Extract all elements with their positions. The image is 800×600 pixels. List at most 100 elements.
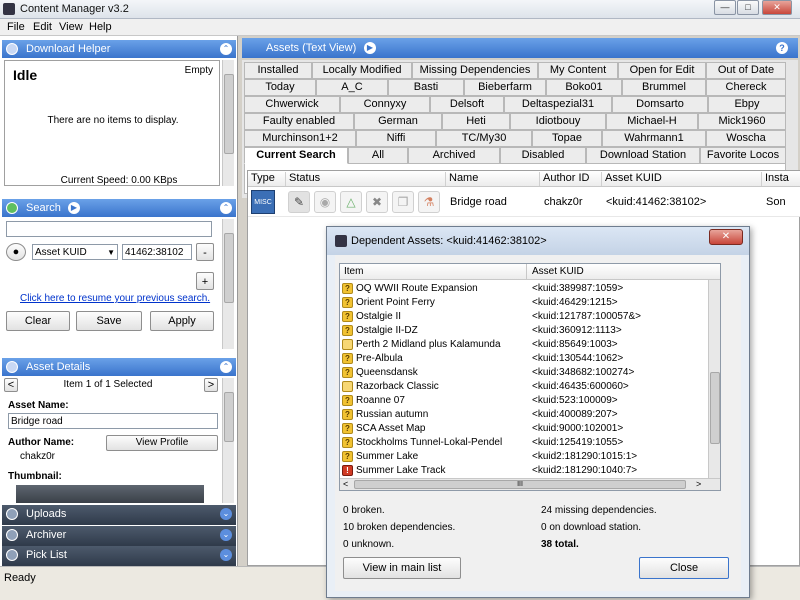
list-item[interactable]: Razorback Classic <kuid:46435:600060> (340, 380, 708, 394)
tab-idiotbouy[interactable]: Idiotbouy (510, 113, 606, 130)
scroll-left-icon[interactable]: < (343, 479, 348, 489)
remove-condition-button[interactable]: - (196, 243, 214, 261)
dialog-close-icon[interactable]: ✕ (709, 229, 743, 245)
list-item[interactable]: ? Pre-Albula <kuid:130544:1062> (340, 352, 708, 366)
menu-edit[interactable]: Edit (33, 21, 52, 33)
search-scope-button[interactable]: ● (6, 243, 26, 261)
tab-chwerwick[interactable]: Chwerwick (244, 96, 340, 113)
tab-current-search[interactable]: Current Search (244, 147, 348, 164)
close-window-button[interactable]: ✕ (762, 0, 792, 15)
expand-chevron-icon[interactable]: ⌄ (220, 529, 232, 541)
search-scrollbar[interactable] (222, 219, 234, 349)
tab-boko01[interactable]: Boko01 (546, 79, 622, 96)
tab-heti[interactable]: Heti (442, 113, 510, 130)
scrollbar-thumb[interactable] (224, 233, 234, 303)
tab-all[interactable]: All (348, 147, 408, 164)
list-item[interactable]: ? Roanne 07 <kuid:523:100009> (340, 394, 708, 408)
collapse-chevron-icon[interactable]: ⌃ (220, 43, 232, 55)
tools-icon[interactable]: ✖ (366, 191, 388, 213)
menu-view[interactable]: View (59, 21, 83, 33)
tab-my-content[interactable]: My Content (538, 62, 618, 79)
asset-details-header[interactable]: Asset Details ⌃ (2, 358, 236, 376)
view-in-main-list-button[interactable]: View in main list (343, 557, 461, 579)
list-item[interactable]: ? Ostalgie II <kuid:121787:100057&> (340, 310, 708, 324)
close-button[interactable]: Close (639, 557, 729, 579)
collapse-chevron-icon[interactable]: ⌃ (220, 202, 232, 214)
view-profile-button[interactable]: View Profile (106, 435, 218, 451)
maximize-button[interactable]: □ (737, 0, 759, 15)
pick-list-header[interactable]: Pick List ⌄ (2, 546, 236, 566)
search-field-select[interactable]: Asset KUID ▼ (32, 244, 118, 260)
tab-installed[interactable]: Installed (244, 62, 312, 79)
horizontal-scrollbar[interactable]: < III > (340, 478, 720, 490)
next-item-button[interactable]: > (204, 378, 218, 392)
expand-chevron-icon[interactable]: ⌄ (220, 508, 232, 520)
tab-disabled[interactable]: Disabled (500, 147, 586, 164)
tab-michael-h[interactable]: Michael-H (606, 113, 698, 130)
tab-mick1960[interactable]: Mick1960 (698, 113, 786, 130)
list-item[interactable]: ? Summer Lake <kuid2:181290:1015:1> (340, 450, 708, 464)
tab-a-c[interactable]: A_C (316, 79, 388, 96)
col-item[interactable]: Item (344, 266, 363, 277)
tab-murchinson[interactable]: Murchinson1+2 (244, 130, 356, 147)
tab-wahrmann1[interactable]: Wahrmann1 (602, 130, 706, 147)
apply-button[interactable]: Apply (150, 311, 214, 331)
tab-favorite-locos[interactable]: Favorite Locos (700, 147, 786, 164)
list-item[interactable]: ? Russian autumn <kuid:400089:207> (340, 408, 708, 422)
download-helper-header[interactable]: Download Helper ⌃ (2, 40, 236, 58)
tab-out-of-date[interactable]: Out of Date (706, 62, 786, 79)
tab-download-station[interactable]: Download Station (586, 147, 700, 164)
tab-archived[interactable]: Archived (408, 147, 500, 164)
menu-help[interactable]: Help (89, 21, 112, 33)
pin-icon[interactable]: ⚗ (418, 191, 440, 213)
tab-ebpy[interactable]: Ebpy (708, 96, 786, 113)
scrollbar-thumb[interactable] (224, 74, 234, 154)
list-item[interactable]: ! Summer Lake Track <kuid2:181290:1040:7> (340, 464, 708, 478)
table-row[interactable]: MISC ✎ ◉ △ ✖ ❐ ⚗ Bridge road chakz0r <ku… (248, 187, 800, 217)
horizontal-scroll-thumb[interactable]: III (354, 480, 686, 489)
col-author-id[interactable]: Author ID (540, 172, 602, 186)
clear-button[interactable]: Clear (6, 311, 70, 331)
tab-german[interactable]: German (354, 113, 442, 130)
tab-tc-my30[interactable]: TC/My30 (436, 130, 532, 147)
help-icon[interactable]: ? (776, 42, 788, 54)
col-install[interactable]: Insta (762, 172, 800, 186)
scrollbar-thumb[interactable] (710, 372, 720, 444)
play-icon[interactable]: ▶ (364, 42, 376, 54)
search-header[interactable]: Search ▶ ⌃ (2, 199, 236, 217)
col-type[interactable]: Type (248, 172, 286, 186)
copy-icon[interactable]: ❐ (392, 191, 414, 213)
archiver-header[interactable]: Archiver ⌄ (2, 526, 236, 546)
list-item[interactable]: ? Queensdansk <kuid:348682:100274> (340, 366, 708, 380)
list-item[interactable]: Perth 2 Midland plus Kalamunda <kuid:8564… (340, 338, 708, 352)
tab-basti[interactable]: Basti (388, 79, 464, 96)
save-button[interactable]: Save (76, 311, 142, 331)
play-icon[interactable]: ▶ (68, 202, 80, 214)
tab-woscha[interactable]: Woscha (706, 130, 786, 147)
download-helper-scrollbar[interactable] (222, 60, 234, 186)
col-asset-kuid[interactable]: Asset KUID (532, 266, 584, 277)
tab-faulty-enabled[interactable]: Faulty enabled (244, 113, 354, 130)
collapse-chevron-icon[interactable]: ⌃ (220, 361, 232, 373)
tab-delsoft[interactable]: Delsoft (430, 96, 504, 113)
scrollbar-thumb[interactable] (224, 392, 234, 442)
triangle-icon[interactable]: △ (340, 191, 362, 213)
list-item[interactable]: ? Ostalgie II-DZ <kuid:360912:1113> (340, 324, 708, 338)
tab-topae[interactable]: Topae (532, 130, 602, 147)
tab-chereck[interactable]: Chereck (706, 79, 786, 96)
expand-chevron-icon[interactable]: ⌄ (220, 549, 232, 561)
col-status[interactable]: Status (286, 172, 446, 186)
tab-brummel[interactable]: Brummel (622, 79, 706, 96)
list-item[interactable]: ? Orient Point Ferry <kuid:46429:1215> (340, 296, 708, 310)
tab-open-for-edit[interactable]: Open for Edit (618, 62, 706, 79)
disc-icon[interactable]: ◉ (314, 191, 336, 213)
asset-details-scrollbar[interactable] (222, 378, 234, 503)
tab-missing-dependencies[interactable]: Missing Dependencies (412, 62, 538, 79)
menu-file[interactable]: File (7, 21, 25, 33)
col-asset-kuid[interactable]: Asset KUID (602, 172, 762, 186)
scroll-right-icon[interactable]: > (696, 479, 701, 489)
edit-icon[interactable]: ✎ (288, 191, 310, 213)
tab-bieberfarm[interactable]: Bieberfarm (464, 79, 546, 96)
tab-deltaspezial31[interactable]: Deltaspezial31 (504, 96, 612, 113)
tab-domsarto[interactable]: Domsarto (612, 96, 708, 113)
